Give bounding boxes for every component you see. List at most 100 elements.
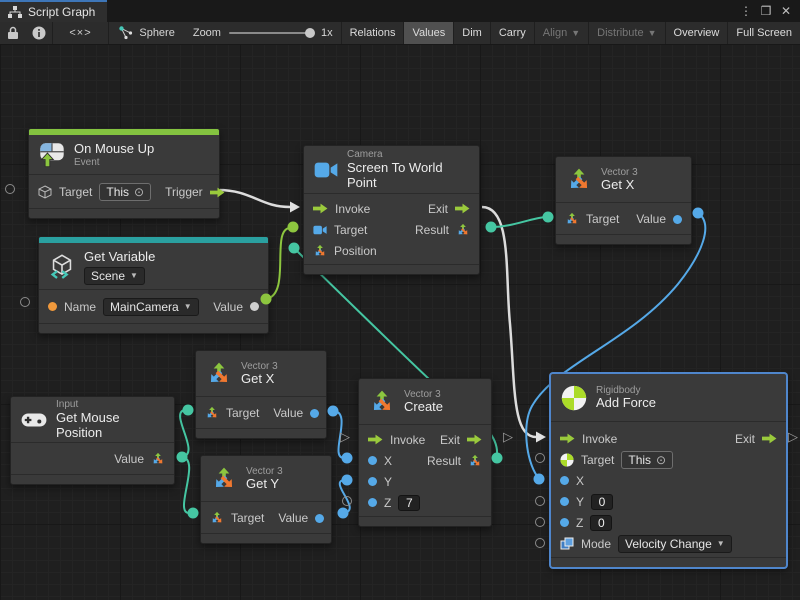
breadcrumb[interactable]: Sphere	[109, 26, 184, 40]
node-screen-to-world-point[interactable]: Camera Screen To World Point Invoke Exit	[303, 145, 480, 275]
flow-port-icon[interactable]	[762, 433, 777, 444]
menu-kebab-icon[interactable]: ⋮	[738, 4, 754, 18]
string-port-icon[interactable]	[48, 302, 57, 311]
input-icon	[21, 411, 47, 429]
vector3-port-icon[interactable]	[205, 406, 219, 420]
vector3-port-icon[interactable]	[565, 212, 579, 226]
port-label: Value	[114, 452, 144, 466]
chevron-down-icon: ▼	[130, 269, 138, 283]
vector3-port-icon[interactable]	[151, 452, 165, 466]
port-label: Target	[231, 511, 264, 525]
node-get-variable[interactable]: Get Variable Scene▼ Name MainCamera▼ Val…	[38, 236, 269, 334]
info-icon	[32, 26, 46, 40]
chevron-down-icon: ▼	[184, 300, 192, 314]
node-title: Get X	[241, 372, 278, 387]
node-on-mouse-up[interactable]: On Mouse Up Event Target This⊙ Trigger	[28, 128, 220, 219]
port-label: Target	[334, 223, 367, 237]
rigidbody-port-icon[interactable]	[560, 453, 574, 467]
dim-button[interactable]: Dim	[453, 22, 490, 44]
flow-port-icon[interactable]	[368, 434, 383, 445]
camera-port-icon[interactable]	[313, 223, 327, 237]
float-port-icon[interactable]	[560, 497, 569, 506]
lock-icon	[6, 26, 20, 40]
flow-port-icon[interactable]	[455, 203, 470, 214]
port-label: Value	[213, 300, 243, 314]
close-icon[interactable]: ✕	[778, 4, 794, 18]
vector3-icon	[566, 167, 592, 193]
values-button[interactable]: Values	[403, 22, 453, 44]
object-picker-icon[interactable]: ⊙	[656, 453, 666, 467]
port-label: Value	[278, 511, 308, 525]
port-label: Target	[59, 185, 92, 199]
toolbar-buttons: Relations Values Dim Carry Align▼ Distri…	[341, 22, 800, 44]
inspect-button[interactable]: <×>	[53, 27, 109, 39]
node-vector3-get-x-top[interactable]: Vector 3 Get X Target Value	[555, 156, 692, 245]
float-port-icon[interactable]	[673, 215, 682, 224]
overview-button[interactable]: Overview	[665, 22, 728, 44]
float-port-icon[interactable]	[368, 456, 377, 465]
tab-script-graph[interactable]: Script Graph	[0, 0, 107, 22]
port-label: Mode	[581, 537, 611, 551]
flow-port-icon[interactable]	[210, 187, 225, 198]
flow-port-icon[interactable]	[560, 433, 575, 444]
node-title: On Mouse Up	[74, 142, 154, 157]
variable-name-dropdown[interactable]: MainCamera▼	[103, 298, 199, 316]
port-label: X	[576, 474, 584, 488]
object-picker-icon[interactable]: ⊙	[134, 185, 144, 199]
flow-port-icon[interactable]	[467, 434, 482, 445]
port-label: Target	[581, 453, 614, 467]
port-label: Value	[273, 406, 303, 420]
z-value-input[interactable]: 0	[590, 515, 612, 531]
variable-scope-dropdown[interactable]: Scene▼	[84, 267, 145, 285]
zoom-slider[interactable]	[229, 32, 313, 34]
maximize-icon[interactable]: ❒	[758, 4, 774, 18]
vector3-port-icon[interactable]	[456, 223, 470, 237]
object-port-icon[interactable]	[250, 302, 259, 311]
gameobject-icon	[38, 185, 52, 199]
z-value-input[interactable]: 7	[398, 495, 420, 511]
port-label: Position	[334, 244, 377, 258]
tab-bar: Script Graph ⋮ ❒ ✕	[0, 0, 800, 22]
port-label: Exit	[440, 433, 460, 447]
unity-visual-scripting-window: Script Graph ⋮ ❒ ✕ <×> Sphere Zoom 1x Re…	[0, 0, 800, 600]
target-this-chip[interactable]: This⊙	[621, 451, 673, 469]
float-port-icon[interactable]	[368, 477, 377, 486]
port-label: Invoke	[390, 433, 425, 447]
port-label: Target	[226, 406, 259, 420]
float-port-icon[interactable]	[315, 514, 324, 523]
float-port-icon[interactable]	[310, 409, 319, 418]
node-vector3-get-x[interactable]: Vector 3 Get X Target Value	[195, 350, 327, 439]
chevron-down-icon: ▼	[717, 537, 725, 551]
graph-toolbar: <×> Sphere Zoom 1x Relations Values Dim …	[0, 22, 800, 45]
distribute-dropdown[interactable]: Distribute▼	[588, 22, 664, 44]
info-button[interactable]	[26, 22, 52, 44]
y-value-input[interactable]: 0	[591, 494, 613, 510]
lock-button[interactable]	[0, 22, 26, 44]
float-port-icon[interactable]	[368, 498, 377, 507]
vector3-icon	[211, 466, 237, 492]
node-get-mouse-position[interactable]: Input Get Mouse Position Value	[10, 396, 175, 485]
carry-button[interactable]: Carry	[490, 22, 534, 44]
align-dropdown[interactable]: Align▼	[534, 22, 588, 44]
zoom-slider-handle[interactable]	[305, 28, 315, 38]
mode-dropdown[interactable]: Velocity Change▼	[618, 535, 732, 553]
graph-canvas[interactable]: On Mouse Up Event Target This⊙ Trigger	[0, 44, 800, 600]
fullscreen-button[interactable]: Full Screen	[727, 22, 800, 44]
flow-port-icon[interactable]	[313, 203, 328, 214]
vector3-port-icon[interactable]	[210, 511, 224, 525]
window-controls: ⋮ ❒ ✕	[738, 0, 800, 22]
float-port-icon[interactable]	[560, 518, 569, 527]
node-rigidbody-add-force[interactable]: Rigidbody Add Force Invoke Exit Target	[550, 373, 787, 568]
port-label: Target	[586, 212, 619, 226]
port-label: Y	[384, 475, 392, 489]
node-title: Add Force	[596, 396, 656, 411]
relations-button[interactable]: Relations	[341, 22, 404, 44]
float-port-icon[interactable]	[560, 476, 569, 485]
node-vector3-get-y[interactable]: Vector 3 Get Y Target Value	[200, 455, 332, 544]
graph-node-icon	[119, 26, 133, 40]
node-vector3-create[interactable]: Vector 3 Create Invoke Exit X	[358, 378, 492, 527]
mouse-up-icon	[39, 142, 65, 168]
vector3-port-icon[interactable]	[313, 244, 327, 258]
target-this-chip[interactable]: This⊙	[99, 183, 151, 201]
vector3-port-icon[interactable]	[468, 454, 482, 468]
